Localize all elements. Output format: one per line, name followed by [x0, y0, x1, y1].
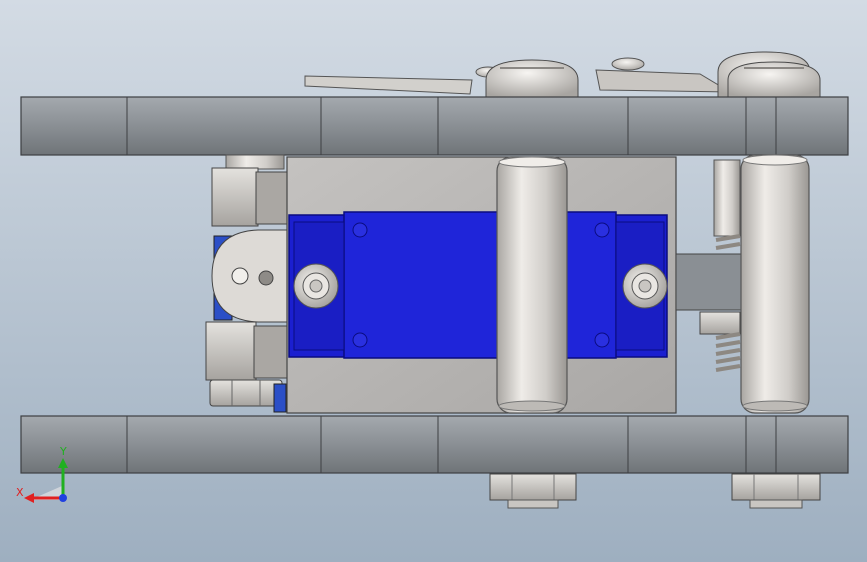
left-pivot-assembly: [205, 154, 291, 413]
right-pin: [740, 154, 810, 414]
x-axis-label: X: [16, 486, 24, 499]
servo-screw-right: [622, 263, 668, 309]
cad-viewport[interactable]: Y X: [0, 0, 867, 562]
servo-motor: [288, 211, 668, 359]
bottom-rail: [20, 415, 849, 474]
top-rail: [20, 96, 849, 156]
center-pin: [496, 156, 568, 414]
dome-screw-top-left: [485, 59, 579, 98]
servo-screw-left: [293, 263, 339, 309]
y-axis-label: Y: [59, 445, 67, 458]
cad-model-svg: Y X: [0, 0, 867, 562]
z-axis-dot: [59, 494, 67, 502]
